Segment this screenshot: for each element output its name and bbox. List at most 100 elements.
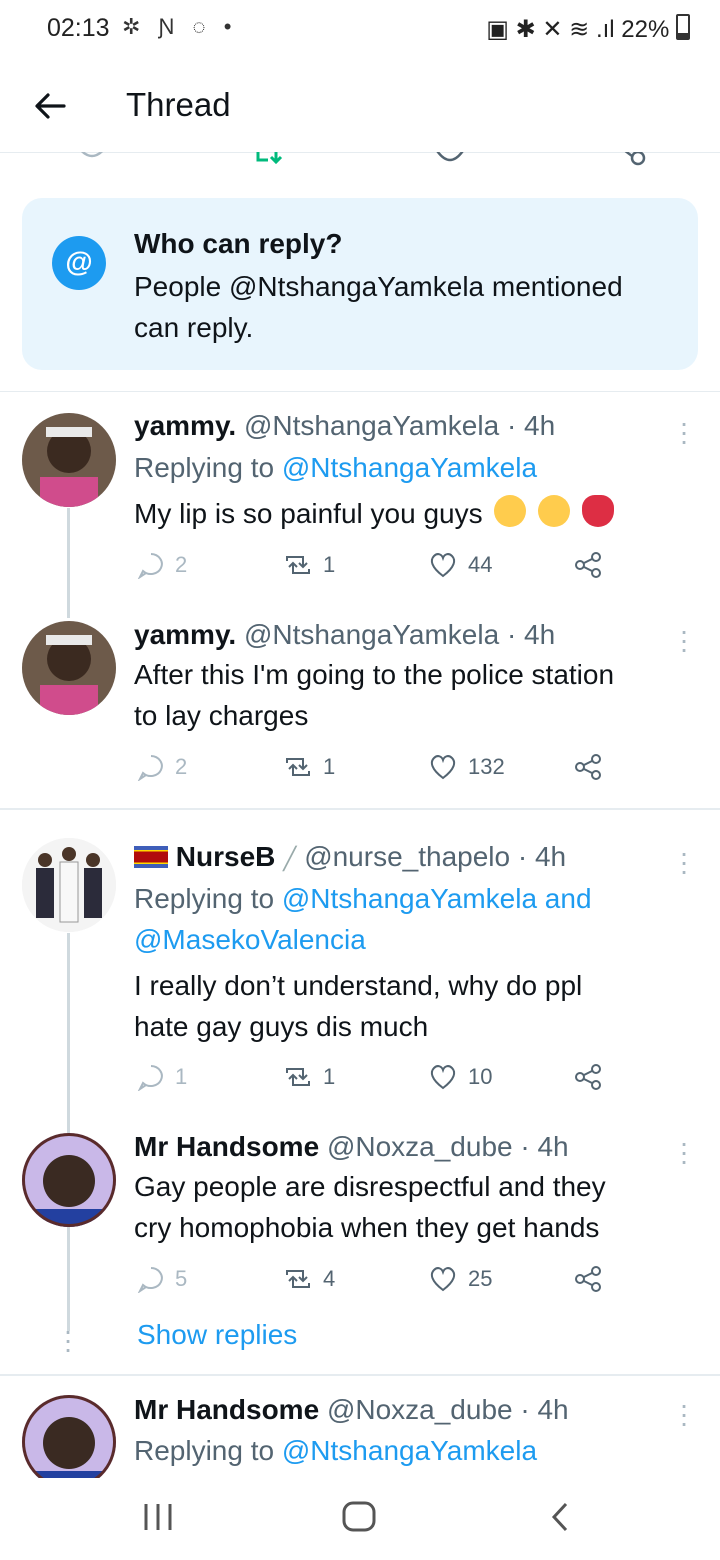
retweet-button[interactable]: 1 xyxy=(283,551,335,579)
system-navigation-bar xyxy=(0,1478,720,1560)
tweet-text: I really don’t understand, why do ppl ha… xyxy=(134,970,583,1042)
mention-link[interactable]: @MasekoValencia xyxy=(134,919,592,960)
tweet-text: My lip is so painful you guys xyxy=(134,493,614,534)
share-button[interactable] xyxy=(573,551,613,579)
retweeted-icon[interactable] xyxy=(252,152,292,176)
thread-line xyxy=(67,933,70,1331)
timestamp: · 4h xyxy=(520,1131,569,1162)
like-button[interactable]: 44 xyxy=(428,551,492,579)
share-icon xyxy=(575,754,601,780)
reply-icon[interactable] xyxy=(72,152,112,170)
mention-link[interactable]: @NtshangaYamkela xyxy=(282,1435,537,1466)
share-icon xyxy=(575,1266,601,1292)
heart-icon xyxy=(430,553,456,578)
avatar[interactable] xyxy=(22,838,116,932)
heart-icon xyxy=(430,1267,456,1292)
retweet-button[interactable]: 1 xyxy=(283,753,335,781)
back-arrow-icon[interactable] xyxy=(30,86,70,126)
mention-link[interactable]: @NtshangaYamkela and xyxy=(282,883,592,914)
broken-heart-emoji-icon xyxy=(581,495,614,527)
recent-apps-icon[interactable] xyxy=(140,1502,176,1532)
retweet-icon xyxy=(286,1270,310,1288)
handle[interactable]: @NtshangaYamkela xyxy=(244,619,499,650)
avatar[interactable] xyxy=(22,413,116,507)
timestamp: · 4h xyxy=(517,841,567,872)
status-bar: 02:13 ✲ Ɲ ◌ • ▣ ✱ ✕ ≋ .ıl 22% xyxy=(0,0,720,60)
more-options-icon[interactable]: · · · xyxy=(678,839,690,885)
divider xyxy=(0,391,720,392)
bluetooth-icon: ✱ xyxy=(515,16,536,43)
reply-button[interactable]: 2 xyxy=(137,753,187,781)
home-icon[interactable] xyxy=(340,1500,380,1534)
reply-button[interactable]: 1 xyxy=(137,1063,187,1091)
reply-icon xyxy=(137,553,163,579)
divider xyxy=(0,1374,720,1376)
share-icon xyxy=(575,1064,601,1090)
more-options-icon[interactable]: · · · xyxy=(678,409,690,455)
signal-icon: .ıl xyxy=(595,16,615,43)
display-name[interactable]: yammy. xyxy=(134,410,236,441)
battery-icon xyxy=(676,14,690,40)
retweet-icon xyxy=(286,1068,310,1086)
crying-face-emoji-icon xyxy=(538,495,571,527)
tweet-text: After this I'm going to the police stati… xyxy=(134,659,615,731)
retweet-button[interactable]: 4 xyxy=(283,1265,335,1293)
share-button[interactable] xyxy=(573,753,613,781)
handle[interactable]: @Noxza_dube xyxy=(327,1394,513,1425)
battery-percent: 22% xyxy=(621,16,670,43)
avatar[interactable] xyxy=(22,1395,116,1489)
avatar[interactable] xyxy=(22,1133,116,1227)
back-icon[interactable] xyxy=(546,1500,576,1534)
mute-icon: ✕ xyxy=(542,16,563,43)
tweet-header: Mr Handsome @Noxza_dube · 4h xyxy=(134,1389,569,1430)
more-options-icon[interactable]: · · · xyxy=(678,1391,690,1437)
more-options-icon[interactable]: · · · xyxy=(678,617,690,663)
who-can-reply-description: People @NtshangaYamkela mentioned can re… xyxy=(134,271,623,343)
status-time: 02:13 xyxy=(47,14,110,42)
reply-button[interactable]: 2 xyxy=(137,551,187,579)
handle[interactable]: @Noxza_dube xyxy=(327,1131,513,1162)
tweet-header: yammy. @NtshangaYamkela · 4h xyxy=(134,405,555,446)
tweet-header: Mr Handsome @Noxza_dube · 4h xyxy=(134,1126,569,1167)
reply-button[interactable]: 5 xyxy=(137,1265,187,1293)
system-icons: ▣ ✱ ✕ ≋ .ıl 22% xyxy=(486,14,690,44)
display-name[interactable]: yammy. xyxy=(134,619,236,650)
share-icon[interactable] xyxy=(610,152,650,172)
crying-face-emoji-icon xyxy=(494,495,527,527)
heart-icon xyxy=(430,755,456,780)
retweet-icon xyxy=(286,556,310,574)
reply-icon xyxy=(137,1267,163,1293)
share-button[interactable] xyxy=(573,1063,613,1091)
mention-link[interactable]: @NtshangaYamkela xyxy=(282,452,537,483)
handle[interactable]: @nurse_thapelo xyxy=(304,841,510,872)
syringe-emoji-icon: ╱ xyxy=(283,846,297,871)
like-button[interactable]: 132 xyxy=(428,753,505,781)
like-button[interactable]: 10 xyxy=(428,1063,492,1091)
reply-icon xyxy=(137,755,163,781)
retweet-button[interactable]: 1 xyxy=(283,1063,335,1091)
tweet-text: Gay people are disrespectful and they cr… xyxy=(134,1171,606,1243)
like-button[interactable]: 25 xyxy=(428,1265,492,1293)
display-name[interactable]: NurseB xyxy=(176,841,276,872)
like-icon[interactable] xyxy=(430,152,470,170)
display-name[interactable]: Mr Handsome xyxy=(134,1394,319,1425)
handle[interactable]: @NtshangaYamkela xyxy=(244,410,499,441)
share-icon xyxy=(575,552,601,578)
page-title: Thread xyxy=(126,86,231,123)
tweet-header: yammy. @NtshangaYamkela · 4h xyxy=(134,614,555,655)
lock-icon: ▣ xyxy=(486,16,509,43)
who-can-reply-title: Who can reply? xyxy=(134,228,343,259)
share-button[interactable] xyxy=(573,1265,613,1293)
replying-to: Replying to @NtshangaYamkela and @Maseko… xyxy=(134,878,592,960)
timestamp: · 4h xyxy=(520,1394,569,1425)
app-header: Thread xyxy=(0,60,720,153)
timestamp: · 4h xyxy=(506,619,556,650)
tweet-header: NurseB ╱ @nurse_thapelo · 4h xyxy=(134,836,566,879)
avatar[interactable] xyxy=(22,621,116,715)
mention-at-icon: @ xyxy=(52,236,106,290)
reply-icon xyxy=(137,1065,163,1091)
display-name[interactable]: Mr Handsome xyxy=(134,1131,319,1162)
show-replies-link[interactable]: Show replies xyxy=(137,1314,297,1355)
more-options-icon[interactable]: · · · xyxy=(678,1129,690,1175)
thread-more-dots-icon: · · · xyxy=(63,1315,73,1364)
